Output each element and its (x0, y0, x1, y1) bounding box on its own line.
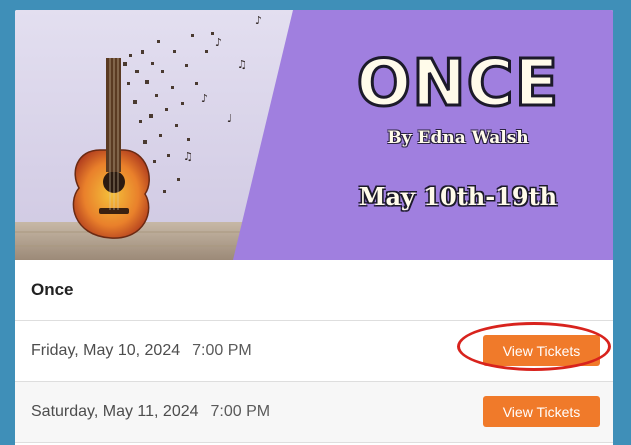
view-tickets-button[interactable]: View Tickets (483, 396, 600, 427)
banner-title: ONCE (355, 47, 560, 121)
banner-author: By Edna Walsh (387, 128, 529, 148)
showtime-date: Saturday, May 11, 2024 (31, 403, 199, 420)
svg-text:♫: ♫ (183, 150, 193, 163)
svg-text:♪: ♪ (215, 36, 222, 49)
svg-text:♪: ♪ (255, 14, 262, 27)
showtime-date: Friday, May 10, 2024 (31, 342, 181, 359)
svg-text:♩: ♩ (227, 112, 232, 125)
showtime-time: 7:00 PM (192, 342, 252, 359)
event-card: ♪ ♫ ♪ ♫ ♪ ♩ ONCE By Edna Walsh May 10th-19t… (15, 10, 613, 445)
event-banner-image: ♪ ♫ ♪ ♫ ♪ ♩ ONCE By Edna Walsh May 10th-19t… (15, 10, 613, 260)
svg-text:♪: ♪ (201, 92, 208, 105)
svg-text:♫: ♫ (237, 58, 247, 71)
showtime-row: Saturday, May 11, 2024 7:00 PM View Tick… (15, 382, 613, 443)
view-tickets-button[interactable]: View Tickets (483, 335, 600, 366)
event-title: Once (31, 280, 74, 299)
event-title-row: Once (15, 260, 613, 321)
showtime-row: Friday, May 10, 2024 7:00 PM View Ticket… (15, 321, 613, 382)
showtime-time: 7:00 PM (210, 403, 271, 420)
banner-dates: May 10th-19th (358, 182, 558, 211)
